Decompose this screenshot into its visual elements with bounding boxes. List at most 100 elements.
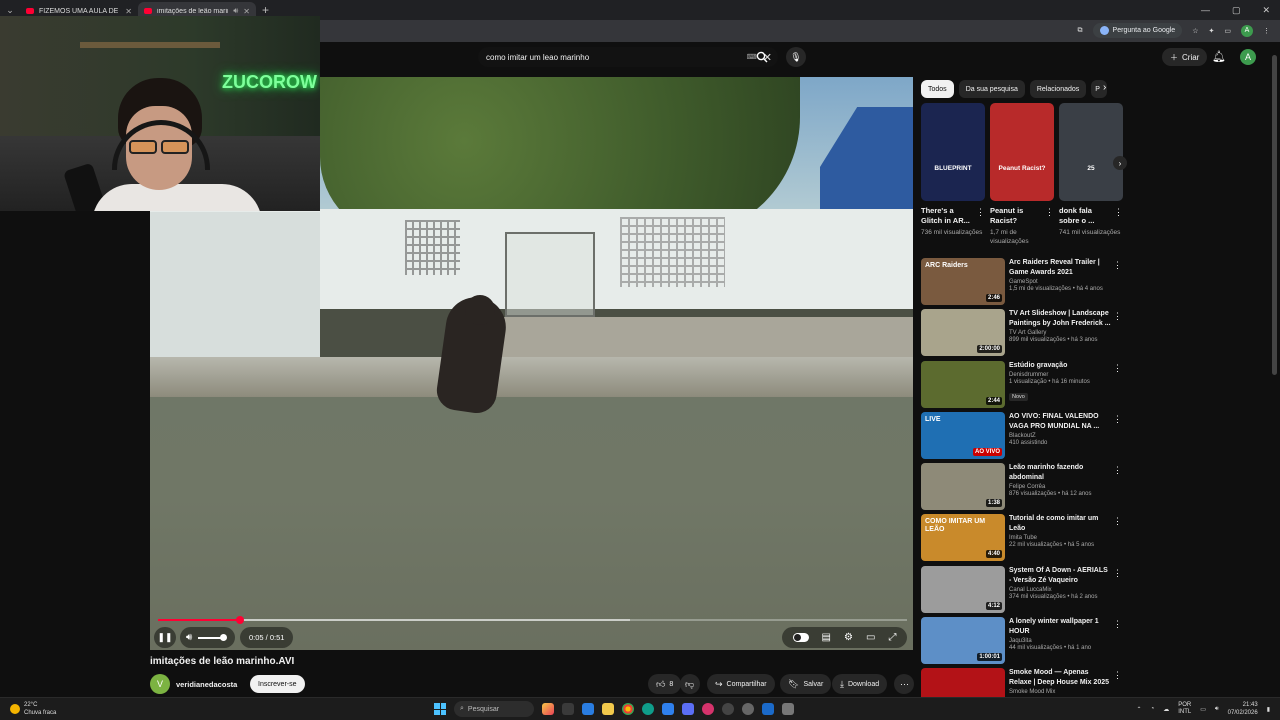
- more-vertical-icon[interactable]: ⋮: [1113, 311, 1122, 322]
- chip-related[interactable]: Relacionados: [1029, 80, 1087, 98]
- short-item[interactable]: BLUEPRINT There's a Glitch in AR... 736 …: [921, 103, 985, 253]
- more-actions-button[interactable]: ⋯: [894, 674, 914, 694]
- recommendation-thumbnail[interactable]: 2:00:00: [921, 309, 1005, 357]
- recommendation-thumbnail[interactable]: 4:12: [921, 565, 1005, 613]
- recommendation-thumbnail[interactable]: LIVE AO VIVO: [921, 411, 1005, 459]
- short-thumbnail[interactable]: Peanut Racist?: [990, 103, 1054, 201]
- browser-menu-icon[interactable]: ⋮: [1263, 27, 1270, 35]
- recommendation-title[interactable]: Leão marinho fazendo abdominal: [1009, 463, 1112, 483]
- recommendation-channel[interactable]: Denisdrummer: [1009, 372, 1112, 378]
- recommendation-item[interactable]: ARC Raiders 2:46 Arc Raiders Reveal Traile…: [921, 258, 1126, 309]
- chevron-up-icon[interactable]: ⌃: [1137, 706, 1142, 713]
- dislike-button[interactable]: 👎︎: [680, 674, 700, 694]
- recommendation-channel[interactable]: Felipe Corrêa: [1009, 484, 1112, 490]
- recommendation-title[interactable]: System Of A Down - AERIALS - Versão Zé V…: [1009, 566, 1112, 586]
- share-button[interactable]: ↪ Compartilhar: [707, 674, 775, 694]
- install-icon[interactable]: ⧉: [1078, 27, 1083, 35]
- settings-gear-icon[interactable]: [782, 703, 794, 715]
- short-thumbnail[interactable]: 25: [1059, 103, 1123, 201]
- download-button[interactable]: ⤓ Download: [832, 674, 888, 694]
- account-avatar[interactable]: A: [1240, 49, 1256, 65]
- weather-widget[interactable]: 22°C Chuva fraca: [10, 701, 56, 717]
- steam-icon[interactable]: [762, 703, 774, 715]
- recommendation-channel[interactable]: Smoke Mood Mix: [1009, 689, 1112, 695]
- close-tab-icon[interactable]: ✕: [125, 7, 132, 16]
- volume-icon[interactable]: 🔊︎: [186, 632, 192, 643]
- minimize-icon[interactable]: —: [1201, 5, 1210, 16]
- recommendation-channel[interactable]: Imita Tube: [1009, 535, 1112, 541]
- notifications-icon[interactable]: ▮: [1267, 706, 1270, 713]
- short-thumbnail[interactable]: BLUEPRINT: [921, 103, 985, 201]
- store-app-icon[interactable]: [582, 703, 594, 715]
- calculator-icon[interactable]: [662, 703, 674, 715]
- channel-avatar[interactable]: V: [150, 674, 170, 694]
- recommendation-item[interactable]: LIVE AO VIVO AO VIVO: FINAL VALENDO VAGA P…: [921, 411, 1126, 463]
- recommendation-item[interactable]: 1:00:01 A lonely winter wallpaper 1 HOUR J…: [921, 617, 1126, 668]
- channel-name[interactable]: veridianedacosta: [176, 680, 237, 689]
- voice-search-button[interactable]: 🎙︎: [786, 47, 806, 67]
- obs-icon[interactable]: [722, 703, 734, 715]
- bookmark-star-icon[interactable]: ☆: [1192, 27, 1198, 35]
- mail-icon[interactable]: [682, 703, 694, 715]
- pause-button[interactable]: ❚❚: [154, 627, 176, 648]
- recommendation-thumbnail[interactable]: COMO IMITAR UM LEÃO 4:40: [921, 514, 1005, 562]
- new-tab-button[interactable]: +: [256, 3, 275, 17]
- app-icon[interactable]: [742, 703, 754, 715]
- shorts-next-button[interactable]: ›: [1113, 156, 1127, 170]
- chevron-right-icon[interactable]: ›: [1103, 82, 1106, 93]
- search-button[interactable]: [750, 47, 774, 67]
- subtitles-icon[interactable]: ▤: [822, 632, 831, 643]
- close-tab-icon[interactable]: ✕: [243, 7, 250, 16]
- theater-mode-icon[interactable]: ▭: [866, 632, 875, 643]
- recommendation-channel[interactable]: GameSpot: [1009, 279, 1112, 285]
- language-indicator[interactable]: POR INTL: [1178, 702, 1191, 716]
- monitor-icon[interactable]: ▭: [1200, 706, 1206, 713]
- settings-gear-icon[interactable]: ⚙︎: [844, 632, 853, 643]
- recommendation-channel[interactable]: BlackoutZ: [1009, 433, 1112, 439]
- windows-start-icon[interactable]: [434, 703, 446, 715]
- save-button[interactable]: 🔖︎ Salvar: [780, 674, 832, 694]
- widgets-app-icon[interactable]: [542, 703, 554, 715]
- more-vertical-icon[interactable]: ⋮: [1113, 619, 1122, 630]
- recommendation-channel[interactable]: TV Art Gallery: [1009, 330, 1112, 336]
- autoplay-toggle[interactable]: [792, 633, 809, 642]
- chip-from-search[interactable]: Da sua pesquisa: [958, 80, 1025, 98]
- chrome-icon[interactable]: [622, 703, 634, 715]
- short-item[interactable]: 25 donk fala sobre o ... 741 mil visuali…: [1059, 103, 1123, 253]
- notifications-bell-icon[interactable]: 🔔︎: [1212, 50, 1226, 63]
- mute-tab-icon[interactable]: 🔊︎: [233, 6, 238, 16]
- volume-control[interactable]: 🔊︎: [180, 627, 235, 648]
- recommendation-item[interactable]: 2:00:00 TV Art Slideshow | Landscape Pain…: [921, 309, 1126, 360]
- recommendation-title[interactable]: Tutorial de como imitar um Leão: [1009, 514, 1112, 534]
- edge-icon[interactable]: [642, 703, 654, 715]
- like-button[interactable]: 👍︎ 8: [648, 674, 682, 694]
- maximize-icon[interactable]: ▢: [1232, 5, 1241, 16]
- more-vertical-icon[interactable]: ⋮: [1045, 207, 1054, 218]
- system-clock[interactable]: 21:43 07/02/2026: [1228, 701, 1258, 717]
- recommendation-thumbnail[interactable]: 1:00:01: [921, 617, 1005, 665]
- taskbar-search[interactable]: ⌕ Pesquisar: [454, 701, 534, 717]
- browser-profile-avatar[interactable]: A: [1241, 24, 1253, 37]
- more-vertical-icon[interactable]: ⋮: [1113, 516, 1122, 527]
- sidebar-icon[interactable]: ▭: [1224, 27, 1231, 35]
- recommendation-item[interactable]: COMO IMITAR UM LEÃO 4:40 Tutorial de como …: [921, 514, 1126, 565]
- recommendation-title[interactable]: A lonely winter wallpaper 1 HOUR: [1009, 617, 1112, 637]
- file-explorer-icon[interactable]: [602, 703, 614, 715]
- more-vertical-icon[interactable]: ⋮: [1114, 207, 1123, 218]
- onedrive-icon[interactable]: ☁︎: [1163, 706, 1169, 713]
- recommendation-title[interactable]: Smoke Mood — Apenas Relaxe | Deep House …: [1009, 668, 1112, 688]
- more-vertical-icon[interactable]: ⋮: [1113, 670, 1122, 681]
- extensions-icon[interactable]: ✦: [1209, 27, 1215, 35]
- recommendation-thumbnail[interactable]: 2:44: [921, 360, 1005, 408]
- recommendation-thumbnail[interactable]: ARC Raiders 2:46: [921, 258, 1005, 305]
- more-vertical-icon[interactable]: ⋮: [1113, 414, 1122, 425]
- recommendation-title[interactable]: Arc Raiders Reveal Trailer | Game Awards…: [1009, 258, 1112, 278]
- more-vertical-icon[interactable]: ⋮: [1113, 363, 1122, 374]
- recommendation-item[interactable]: 1:38 Leão marinho fazendo abdominal Felipe…: [921, 463, 1126, 514]
- more-vertical-icon[interactable]: ⋮: [976, 207, 985, 218]
- create-button[interactable]: ＋ Criar: [1162, 48, 1208, 66]
- more-vertical-icon[interactable]: ⋮: [1113, 260, 1122, 271]
- recommendation-title[interactable]: AO VIVO: FINAL VALENDO VAGA PRO MUNDIAL …: [1009, 412, 1112, 432]
- subscribe-button[interactable]: Inscrever-se: [250, 675, 305, 693]
- recommendation-channel[interactable]: Canal LuccaMix: [1009, 587, 1112, 593]
